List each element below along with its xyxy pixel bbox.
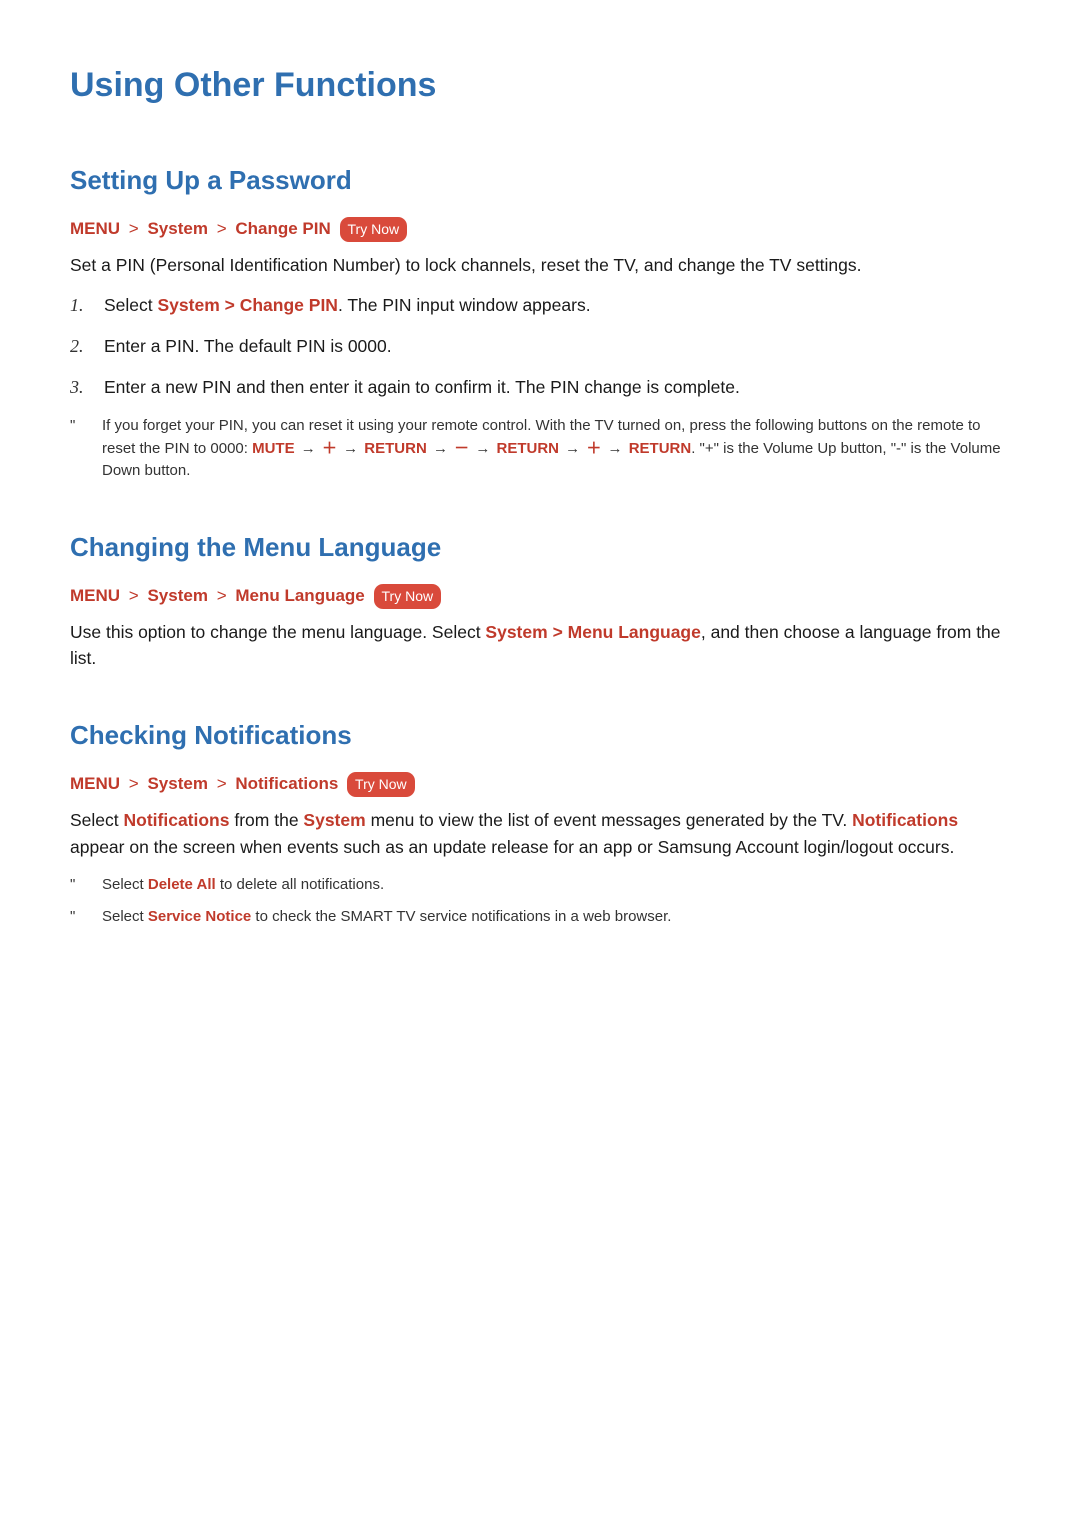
chevron-right-icon: > <box>217 774 227 793</box>
crumb-menu: MENU <box>70 586 120 605</box>
inline-delete-all: Delete All <box>148 876 216 893</box>
note-text: Select Service Notice to check the SMART… <box>102 906 671 929</box>
language-body: Use this option to change the menu langu… <box>70 619 1010 672</box>
inline-menu-language: Menu Language <box>568 622 701 642</box>
step-text: Enter a new PIN and then enter it again … <box>104 374 740 401</box>
step-text: Enter a PIN. The default PIN is 0000. <box>104 333 392 360</box>
password-intro: Set a PIN (Personal Identification Numbe… <box>70 252 1010 278</box>
inline-system: System <box>303 810 365 830</box>
inline-notifications: Notifications <box>124 810 230 830</box>
chevron-right-icon: > <box>129 219 139 238</box>
password-steps: 1. Select System > Change PIN. The PIN i… <box>70 292 1010 401</box>
try-now-button[interactable]: Try Now <box>374 584 442 609</box>
step-number: 3. <box>70 374 90 401</box>
list-item: " Select Service Notice to check the SMA… <box>70 906 1010 929</box>
try-now-button[interactable]: Try Now <box>340 217 408 242</box>
crumb-menu: MENU <box>70 774 120 793</box>
crumb-menu: MENU <box>70 219 120 238</box>
try-now-button[interactable]: Try Now <box>347 772 415 797</box>
button-label-mute: MUTE <box>252 440 295 457</box>
chevron-right-icon: > <box>217 219 227 238</box>
step-number: 1. <box>70 292 90 319</box>
arrow-right-icon: → <box>475 440 490 457</box>
minus-icon: － <box>454 440 469 457</box>
page-title: Using Other Functions <box>70 60 1010 111</box>
breadcrumb-notifications: MENU > System > Notifications Try Now <box>70 771 1010 797</box>
inline-notifications: Notifications <box>852 810 958 830</box>
arrow-right-icon: → <box>433 440 448 457</box>
inline-change-pin: Change PIN <box>240 295 338 315</box>
button-label-return: RETURN <box>497 440 560 457</box>
inline-system: System <box>485 622 547 642</box>
step-text: Select System > Change PIN. The PIN inpu… <box>104 292 591 319</box>
note-icon: " <box>70 906 82 929</box>
inline-system: System <box>158 295 220 315</box>
chevron-right-icon: > <box>553 622 568 642</box>
section-heading-notifications: Checking Notifications <box>70 716 1010 755</box>
button-label-return: RETURN <box>364 440 427 457</box>
chevron-right-icon: > <box>217 586 227 605</box>
chevron-right-icon: > <box>225 295 240 315</box>
arrow-right-icon: → <box>608 440 623 457</box>
button-label-return: RETURN <box>629 440 692 457</box>
notifications-body: Select Notifications from the System men… <box>70 807 1010 860</box>
arrow-right-icon: → <box>343 440 358 457</box>
crumb-menu-language: Menu Language <box>235 586 364 605</box>
plus-icon: ＋ <box>586 440 601 457</box>
list-item: 2. Enter a PIN. The default PIN is 0000. <box>70 333 1010 360</box>
note-text: If you forget your PIN, you can reset it… <box>102 415 1010 483</box>
note-text: Select Delete All to delete all notifica… <box>102 874 384 897</box>
note-icon: " <box>70 415 82 483</box>
section-heading-password: Setting Up a Password <box>70 161 1010 200</box>
crumb-notifications: Notifications <box>235 774 338 793</box>
chevron-right-icon: > <box>129 774 139 793</box>
crumb-system: System <box>147 219 207 238</box>
crumb-system: System <box>147 774 207 793</box>
list-item: 3. Enter a new PIN and then enter it aga… <box>70 374 1010 401</box>
list-item: " Select Delete All to delete all notifi… <box>70 874 1010 897</box>
crumb-change-pin: Change PIN <box>235 219 330 238</box>
breadcrumb-language: MENU > System > Menu Language Try Now <box>70 583 1010 609</box>
notifications-notes: " Select Delete All to delete all notifi… <box>70 874 1010 929</box>
chevron-right-icon: > <box>129 586 139 605</box>
section-heading-language: Changing the Menu Language <box>70 528 1010 567</box>
step-number: 2. <box>70 333 90 360</box>
password-note: " If you forget your PIN, you can reset … <box>70 415 1010 483</box>
crumb-system: System <box>147 586 207 605</box>
breadcrumb-password: MENU > System > Change PIN Try Now <box>70 216 1010 242</box>
note-icon: " <box>70 874 82 897</box>
list-item: 1. Select System > Change PIN. The PIN i… <box>70 292 1010 319</box>
inline-service-notice: Service Notice <box>148 908 251 925</box>
list-item: " If you forget your PIN, you can reset … <box>70 415 1010 483</box>
arrow-right-icon: → <box>565 440 580 457</box>
plus-icon: ＋ <box>322 440 337 457</box>
arrow-right-icon: → <box>301 440 316 457</box>
